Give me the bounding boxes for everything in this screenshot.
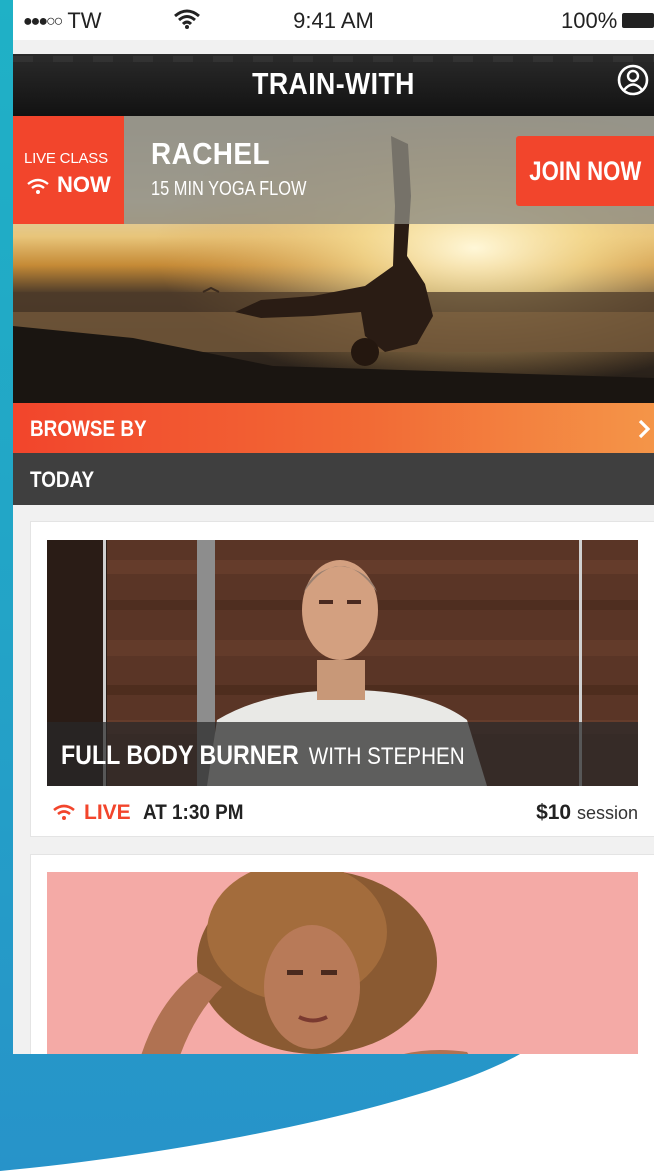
- browse-by-bar[interactable]: BROWSE BY: [13, 403, 654, 453]
- live-class-badge: LIVE CLASS NOW: [13, 116, 124, 224]
- class-card[interactable]: [31, 855, 654, 1054]
- app-title: TRAIN-WITH: [252, 66, 415, 101]
- class-card[interactable]: FULL BODY BURNER WITH STEPHEN LIVE AT 1:…: [31, 522, 654, 836]
- browse-by-label: BROWSE BY: [30, 416, 147, 441]
- live-label: LIVE: [84, 801, 131, 824]
- today-section-header: TODAY: [13, 453, 654, 505]
- class-price: $10 session: [536, 801, 638, 825]
- class-meta: LIVE AT 1:30 PM $10 session: [31, 792, 654, 832]
- live-signal-icon: [27, 178, 49, 194]
- class-name-line: FULL BODY BURNER WITH STEPHEN: [61, 740, 465, 771]
- join-now-button[interactable]: JOIN NOW: [516, 136, 654, 206]
- class-image: [47, 872, 638, 1054]
- battery-percent: 100%: [561, 8, 618, 33]
- live-class-hero[interactable]: LIVE CLASS NOW RACHEL 15 MIN YOGA FLOW J…: [13, 116, 654, 403]
- live-class-label: LIVE CLASS: [24, 150, 108, 167]
- class-image: FULL BODY BURNER WITH STEPHEN: [47, 540, 638, 786]
- class-time: AT 1:30 PM: [143, 801, 244, 824]
- chevron-right-icon: [638, 419, 651, 439]
- class-title: 15 MIN YOGA FLOW: [151, 178, 307, 200]
- class-caption: FULL BODY BURNER WITH STEPHEN: [47, 722, 638, 786]
- battery-icon: [622, 13, 654, 28]
- price-amount: $10: [536, 801, 572, 824]
- status-time: 9:41 AM: [293, 8, 374, 33]
- price-unit: session: [576, 803, 638, 823]
- live-signal-icon: [53, 804, 75, 820]
- phone-screen: ●●●○○ TW 9:41 AM 100% TRAIN-WITH LIVE CL…: [13, 0, 654, 1054]
- trainer-photo: [47, 872, 638, 1054]
- class-name: FULL BODY BURNER: [61, 740, 299, 770]
- nav-texture: [13, 56, 654, 62]
- now-label: NOW: [57, 172, 111, 197]
- nav-bar: TRAIN-WITH: [13, 54, 654, 116]
- today-label: TODAY: [30, 467, 95, 492]
- class-instructor: WITH STEPHEN: [308, 743, 465, 770]
- user-circle-icon[interactable]: [616, 63, 650, 97]
- instructor-name: RACHEL: [151, 136, 270, 171]
- status-bar: ●●●○○ TW 9:41 AM 100%: [13, 0, 654, 40]
